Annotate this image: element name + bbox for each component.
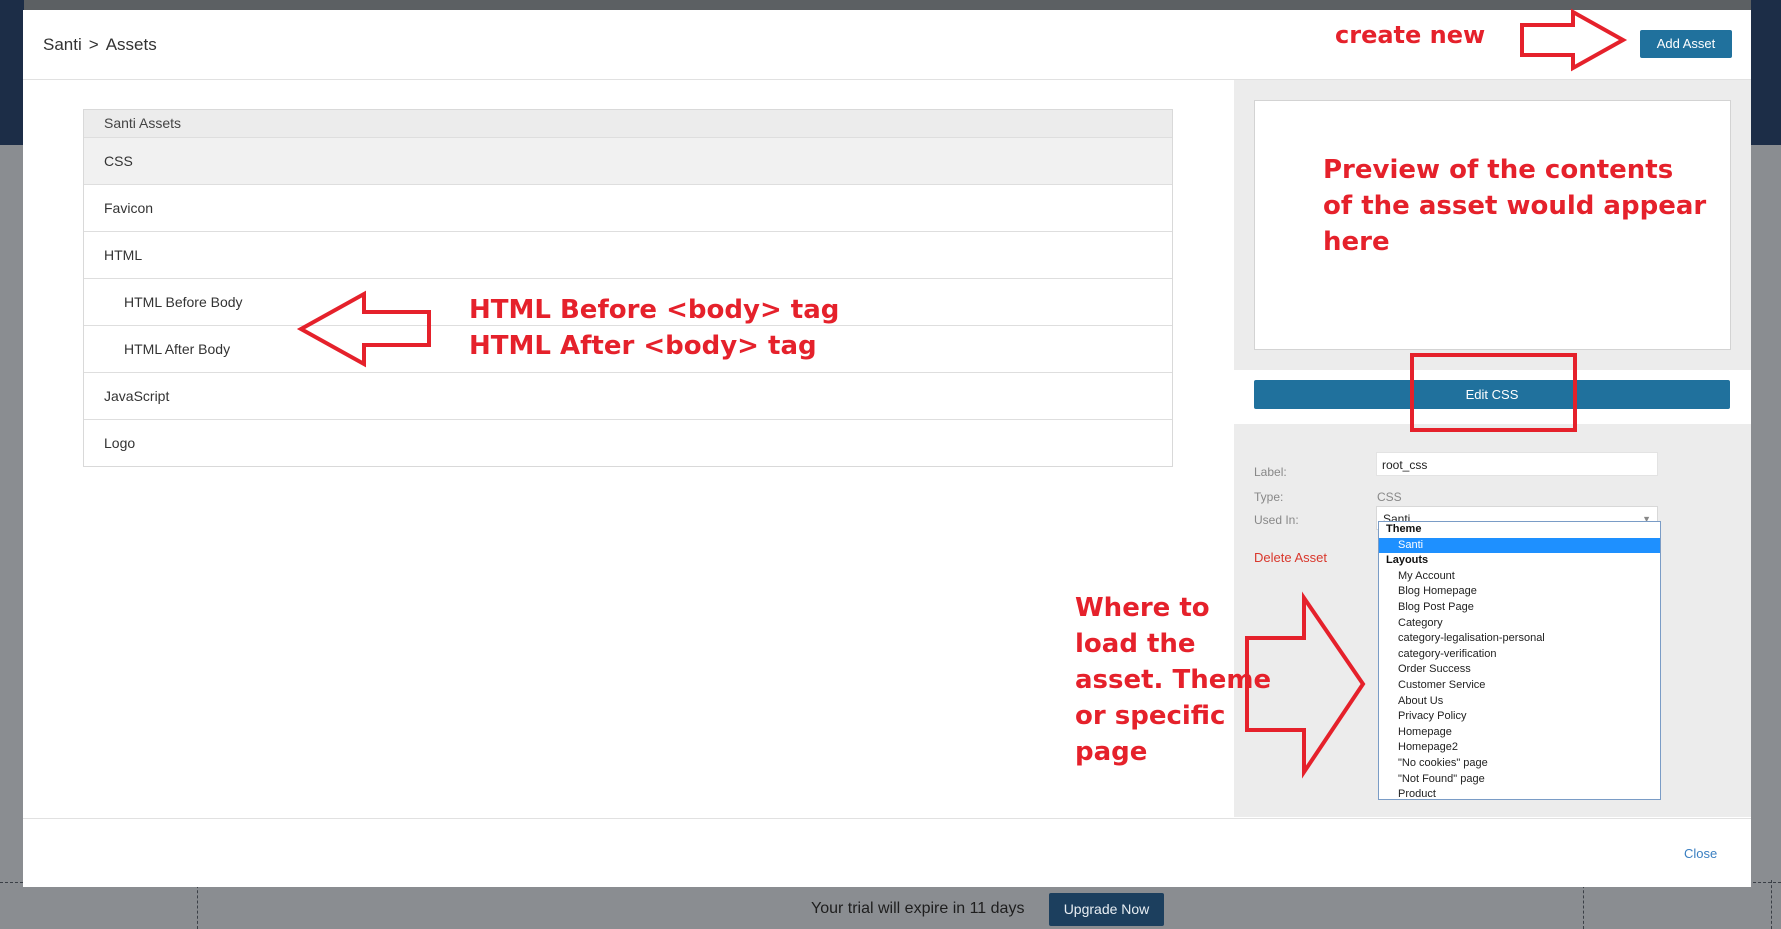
option-layout[interactable]: Order Success [1379,662,1660,678]
annotation-preview-line: here [1323,227,1390,257]
option-layout[interactable]: "No cookies" page [1379,756,1660,772]
optgroup-layouts: Layouts [1386,554,1429,567]
background-right-header [1751,0,1781,145]
assets-list: Santi Assets CSS Favicon HTML HTML Befor… [83,109,1173,467]
background-divider [1771,880,1772,929]
option-layout[interactable]: Customer Service [1379,678,1660,694]
edit-css-button[interactable]: Edit CSS [1254,380,1730,409]
list-item-logo[interactable]: Logo [84,419,1172,466]
upgrade-now-button[interactable]: Upgrade Now [1049,893,1164,926]
option-layout[interactable]: Blog Post Page [1379,600,1660,616]
option-theme-santi[interactable]: Santi [1379,537,1660,554]
breadcrumb: Santi > Assets [43,35,157,55]
annotation-where-line: or specific [1075,701,1226,731]
label-caption: Label: [1254,465,1287,479]
type-caption: Type: [1254,490,1284,504]
breadcrumb-root[interactable]: Santi [43,35,82,54]
option-layout[interactable]: Blog Homepage [1379,584,1660,600]
breadcrumb-separator: > [88,35,99,54]
option-layout[interactable]: Homepage [1379,725,1660,741]
optgroup-theme: Theme [1386,523,1422,535]
option-layout[interactable]: "Not Found" page [1379,772,1660,788]
background-topbar [0,0,1781,10]
annotation-html-line: HTML Before <body> tag [469,295,840,325]
assets-list-header: Santi Assets [84,110,1172,137]
annotation-html-line: HTML After <body> tag [469,331,817,361]
background-left-header [0,0,24,145]
add-asset-button[interactable]: Add Asset [1640,30,1732,58]
annotation-create-new: create new [1335,21,1486,49]
annotation-where-line: page [1075,737,1148,767]
annotation-where-line: load the [1075,629,1196,659]
used-in-caption: Used In: [1254,513,1299,527]
option-layout[interactable]: Product [1379,787,1660,803]
list-item-css[interactable]: CSS [84,137,1172,184]
used-in-options-list[interactable]: Theme Santi Layouts My Account Blog Home… [1378,521,1661,800]
annotation-where-text: Where to load the asset. Theme or specif… [1075,590,1271,770]
option-layout[interactable]: category-verification [1379,647,1660,663]
annotation-where-line: Where to [1075,593,1210,623]
list-item-javascript[interactable]: JavaScript [84,372,1172,419]
delete-asset-link[interactable]: Delete Asset [1254,550,1327,565]
option-layout[interactable]: Homepage2 [1379,740,1660,756]
annotation-where-line: asset. Theme [1075,665,1272,695]
modal-header: Santi > Assets Add Asset [23,10,1751,80]
option-layout[interactable]: category-legalisation-personal [1379,631,1660,647]
modal-footer: Close [23,818,1751,888]
breadcrumb-current: Assets [105,35,157,54]
option-layout[interactable]: Category [1379,616,1660,632]
option-layout[interactable]: Privacy Policy [1379,709,1660,725]
option-layout[interactable]: About Us [1379,694,1660,710]
label-field[interactable]: root_css [1376,452,1658,476]
annotation-html-text: HTML Before <body> tag HTML After <body>… [469,292,839,364]
list-item-html[interactable]: HTML [84,231,1172,278]
trial-notice: Your trial will expire in 11 days [811,900,1025,917]
list-item-favicon[interactable]: Favicon [84,184,1172,231]
option-layout[interactable]: My Account [1379,569,1660,585]
annotation-preview-text: Preview of the contents of the asset wou… [1323,152,1706,260]
type-value: CSS [1377,490,1402,504]
annotation-preview-line: Preview of the contents [1323,155,1674,185]
annotation-preview-line: of the asset would appear [1323,191,1707,221]
close-link[interactable]: Close [1684,846,1717,861]
